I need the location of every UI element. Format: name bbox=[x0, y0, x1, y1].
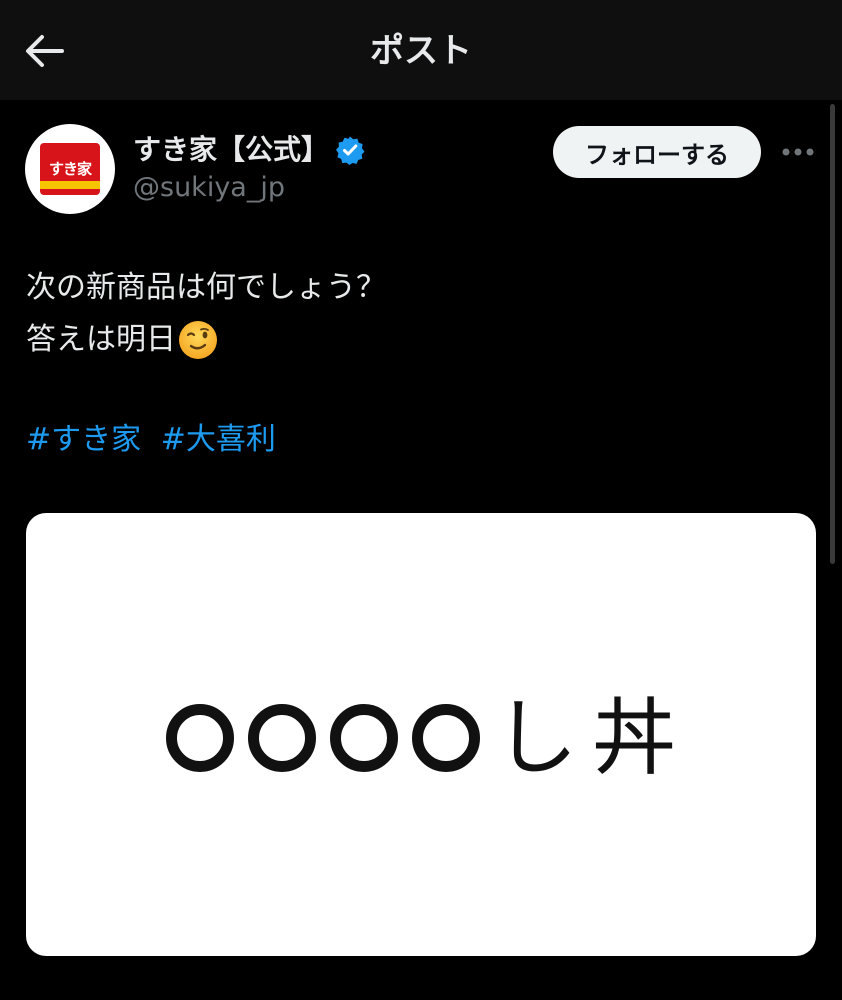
post-image[interactable]: し 丼 bbox=[26, 513, 816, 956]
more-horizontal-icon bbox=[782, 148, 814, 156]
sukiya-logo: すき家 bbox=[40, 143, 100, 195]
hashtags: #すき家 #大喜利 bbox=[26, 416, 286, 464]
logo-band bbox=[40, 181, 100, 189]
post-line-2: 答えは明日 bbox=[26, 314, 386, 366]
page-title: ポスト bbox=[370, 31, 472, 71]
blank-circle-2 bbox=[247, 704, 316, 772]
author-name-row[interactable]: すき家【公式】 bbox=[133, 130, 365, 170]
verified-badge-icon bbox=[336, 136, 365, 165]
post-line-1: 次の新商品は何でしょう？ bbox=[26, 270, 386, 305]
image-char-don: 丼 bbox=[592, 689, 677, 787]
blank-circle-4 bbox=[411, 704, 480, 772]
avatar[interactable]: すき家 bbox=[25, 124, 115, 214]
logo-text: すき家 bbox=[48, 160, 92, 178]
post-line-2-text: 答えは明日 bbox=[26, 322, 176, 357]
image-char-shi: し bbox=[493, 689, 578, 787]
post-body: 次の新商品は何でしょう？ 答えは明日 bbox=[26, 262, 386, 366]
blank-circle-1 bbox=[165, 704, 234, 772]
scrollbar[interactable] bbox=[830, 104, 835, 564]
author-handle[interactable]: @sukiya_jp bbox=[133, 170, 285, 206]
follow-button[interactable]: フォローする bbox=[553, 126, 761, 178]
top-bar: ポスト bbox=[0, 0, 842, 100]
hashtag-link[interactable]: #すき家 bbox=[26, 422, 141, 457]
hashtag-link[interactable]: #大喜利 bbox=[161, 422, 276, 457]
more-options-button[interactable] bbox=[776, 136, 820, 168]
winking-face-icon bbox=[179, 321, 217, 359]
display-name[interactable]: すき家【公式】 bbox=[133, 130, 329, 170]
image-text: し 丼 bbox=[26, 693, 816, 783]
blank-circle-3 bbox=[329, 704, 398, 772]
